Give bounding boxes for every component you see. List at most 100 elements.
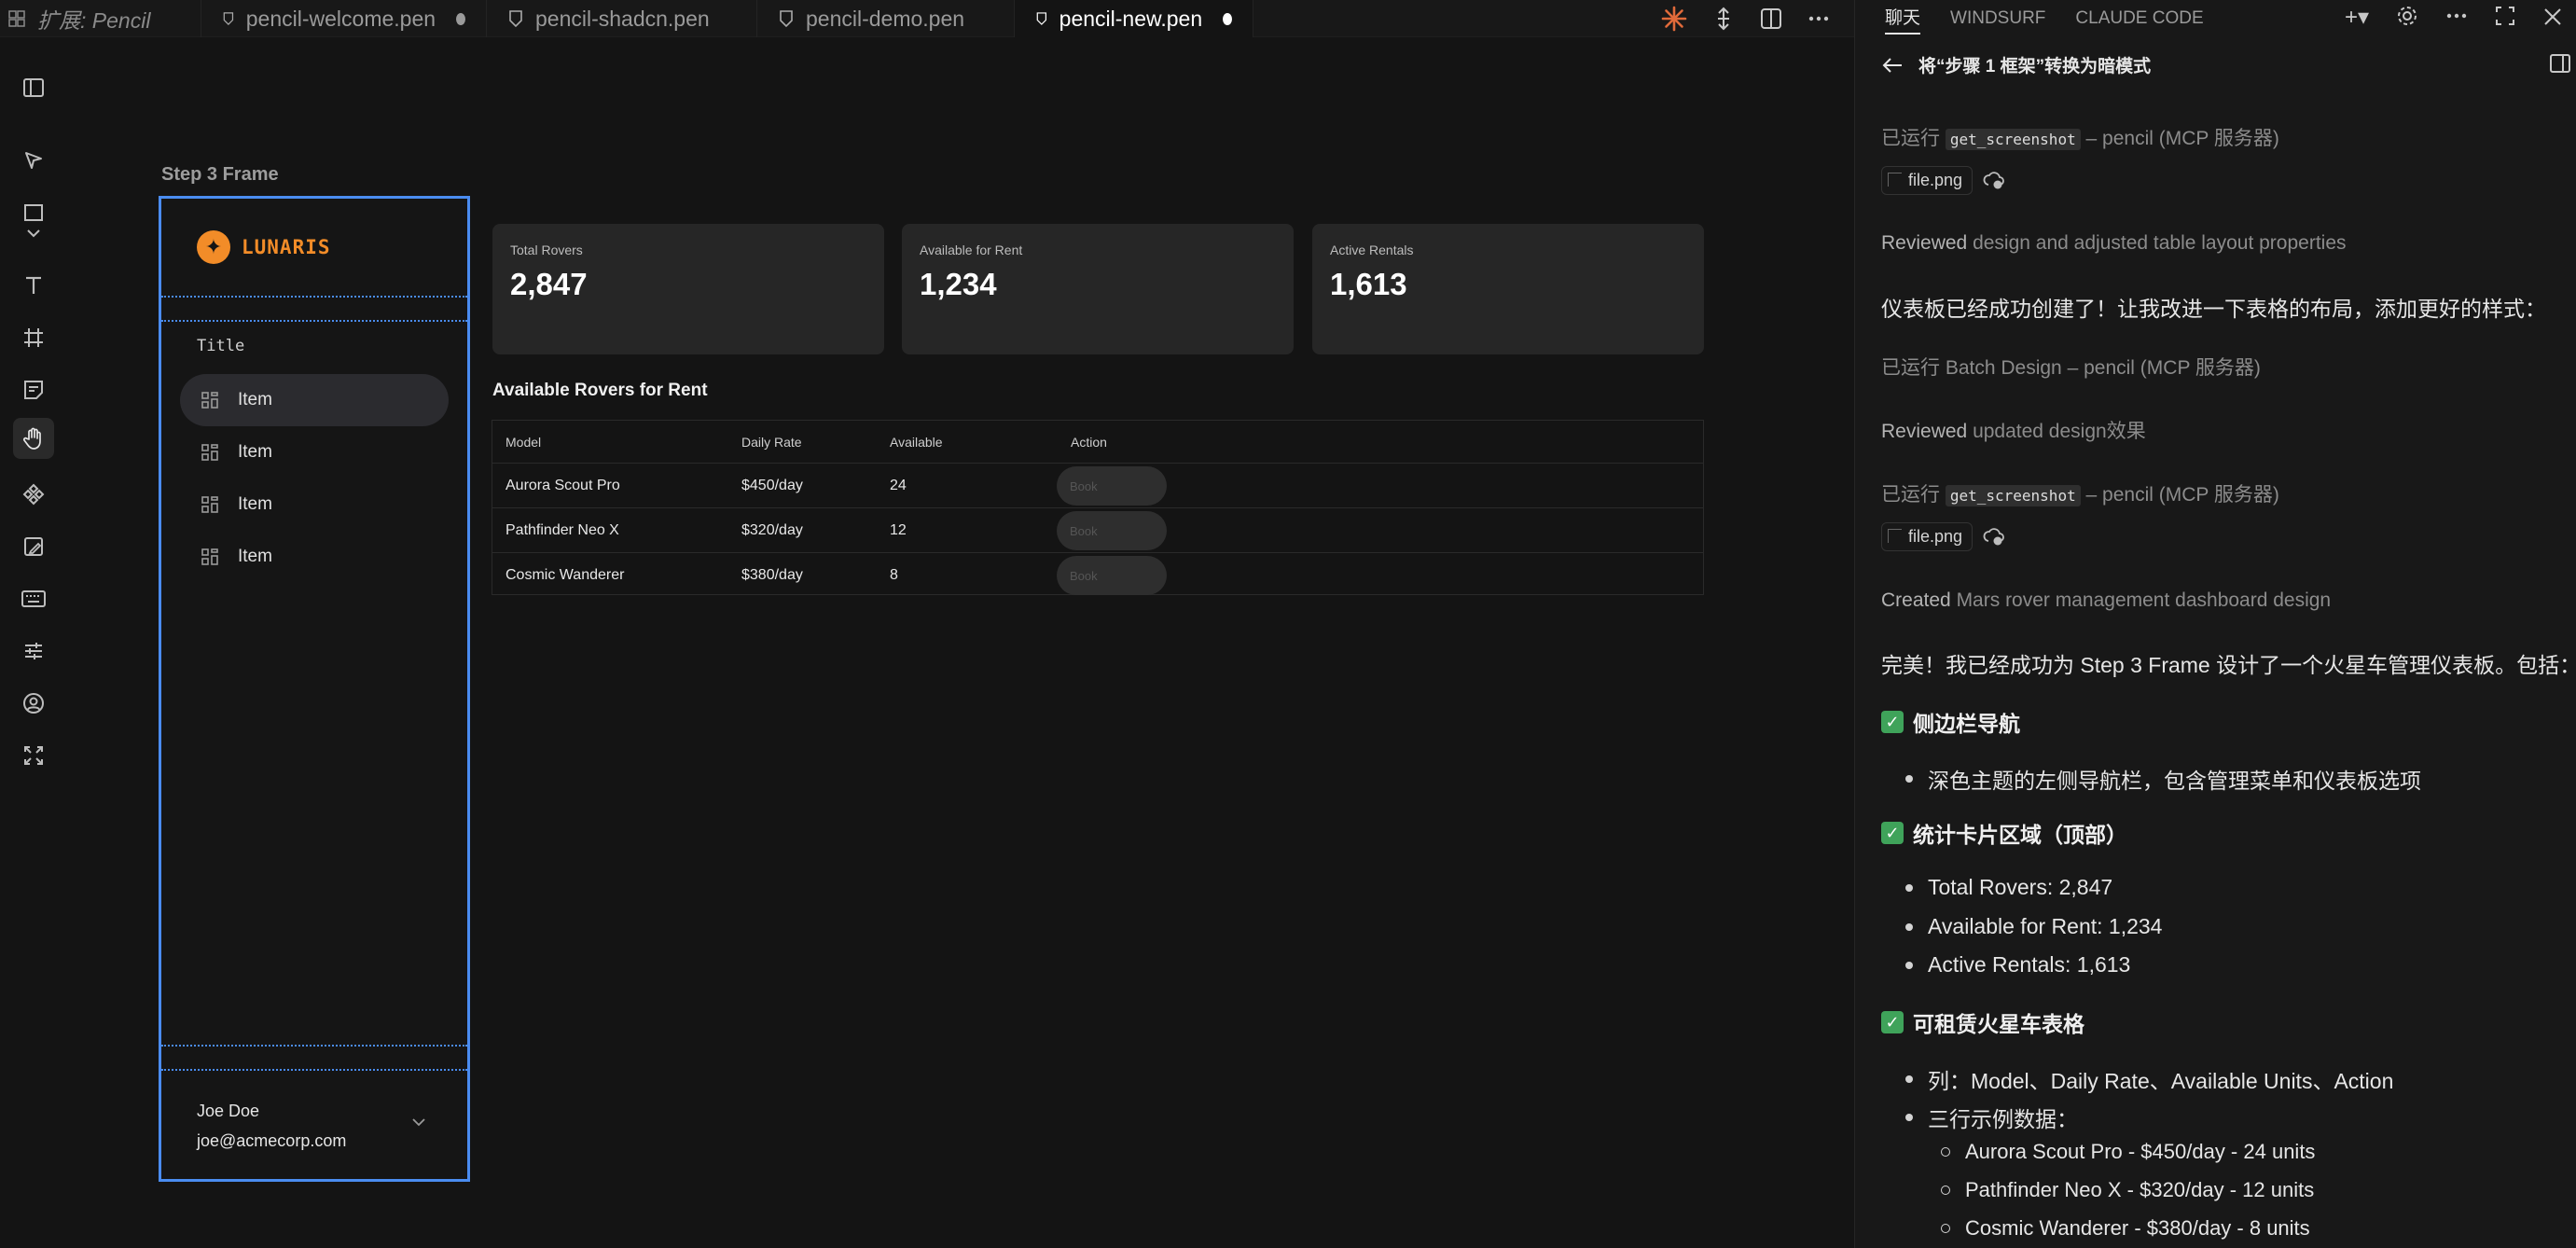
- stat-label: Active Rentals: [1330, 243, 1414, 257]
- status-text: updated design效果: [1973, 421, 2146, 442]
- tab-label: pencil-demo.pen: [806, 6, 965, 31]
- file-icon: [780, 10, 793, 28]
- account-icon[interactable]: [19, 688, 48, 718]
- tab-pencil-shadcn[interactable]: pencil-shadcn.pen: [487, 0, 757, 37]
- table-row[interactable]: Aurora Scout Pro $450/day 24 Book: [492, 464, 1703, 508]
- chevron-down-icon[interactable]: [411, 1117, 426, 1127]
- divider: [161, 296, 467, 298]
- split-editor-icon[interactable]: [1759, 7, 1783, 31]
- sub-list-item: Aurora Scout Pro - $450/day - 24 units: [1941, 1140, 2315, 1164]
- section-heading: ✓ 统计卡片区域（顶部）: [1881, 817, 2127, 849]
- sub-list-item: Cosmic Wanderer - $380/day - 8 units: [1941, 1216, 2310, 1241]
- frame-label[interactable]: Step 3 Frame: [161, 164, 279, 186]
- cell-rate: $450/day: [741, 477, 803, 493]
- assistant-message: 仪表板已经成功创建了！让我改进一下表格的布局，添加更好的样式：: [1881, 297, 2546, 321]
- tab-windsurf[interactable]: WINDSURF: [1950, 8, 2045, 29]
- tab-pencil-new[interactable]: pencil-new.pen: [1015, 0, 1253, 37]
- book-button[interactable]: Book: [1057, 556, 1167, 595]
- claude-spark-icon[interactable]: [1660, 5, 1688, 33]
- select-tool-icon[interactable]: [19, 146, 48, 175]
- gear-icon[interactable]: [2395, 4, 2419, 28]
- frame-tool-icon[interactable]: [19, 323, 48, 353]
- list-item-text: 列：Model、Daily Rate、Available Units、Actio…: [1928, 1069, 2394, 1093]
- adjustments-icon[interactable]: [19, 636, 48, 666]
- stat-value: 1,613: [1330, 267, 1407, 301]
- dashboard-grid-icon: [201, 548, 218, 565]
- sidebar-item-1[interactable]: Item: [180, 374, 449, 426]
- new-chat-icon[interactable]: +▾: [2345, 4, 2369, 31]
- keyboard-icon[interactable]: [19, 584, 48, 614]
- toggle-sidebar-icon[interactable]: [2549, 52, 2571, 75]
- table-row[interactable]: Cosmic Wanderer $380/day 8 Book: [492, 553, 1703, 598]
- sidebar-item-label: Item: [238, 547, 272, 566]
- cell-model: Aurora Scout Pro: [506, 477, 620, 493]
- list-item: 三行示例数据：: [1905, 1102, 2078, 1133]
- extensions-icon: [8, 10, 25, 27]
- unsaved-dot-icon[interactable]: [1223, 12, 1232, 25]
- book-button[interactable]: Book: [1057, 466, 1167, 506]
- rovers-table[interactable]: Model Daily Rate Available Action Aurora…: [492, 420, 1704, 595]
- section-heading: ✓ 侧边栏导航: [1881, 706, 2020, 738]
- list-item-text: Total Rovers: 2,847: [1928, 875, 2113, 899]
- status-created: Created Mars rover management dashboard …: [1881, 589, 2331, 612]
- file-attachment[interactable]: file.png: [1881, 164, 2006, 196]
- stat-label: Total Rovers: [510, 243, 583, 257]
- more-icon[interactable]: [1807, 15, 1830, 22]
- tool-name: get_screenshot: [1945, 129, 2081, 150]
- list-item-text: 三行示例数据：: [1928, 1107, 2078, 1131]
- tool-run-prefix: 已运行: [1881, 484, 1940, 506]
- close-icon[interactable]: [2542, 4, 2563, 28]
- cell-rate: $320/day: [741, 521, 803, 538]
- download-cloud-icon[interactable]: [1982, 524, 2006, 548]
- sidebar-item-2[interactable]: Item: [180, 426, 449, 478]
- tab-pencil-demo[interactable]: pencil-demo.pen: [757, 0, 1015, 37]
- text-tool-icon[interactable]: [19, 270, 48, 300]
- column-header: Action: [1071, 434, 1107, 450]
- selected-sidebar-frame[interactable]: ✦ LUNARIS Title Item Item Item Item Joe …: [159, 196, 470, 1182]
- status-reviewed: Reviewed design and adjusted table layou…: [1881, 232, 2347, 255]
- chevron-down-icon[interactable]: [19, 224, 48, 243]
- split-vertical-icon[interactable]: [1712, 6, 1735, 32]
- back-arrow-icon[interactable]: [1881, 56, 1904, 75]
- download-cloud-icon[interactable]: [1982, 168, 2006, 192]
- cell-available: 24: [890, 477, 907, 493]
- more-icon[interactable]: [2445, 4, 2468, 28]
- list-item-text: Aurora Scout Pro - $450/day - 24 units: [1965, 1140, 2316, 1163]
- editor-actions: [1660, 0, 1854, 36]
- stat-card-total-rovers[interactable]: Total Rovers 2,847: [492, 224, 884, 354]
- tab-extension-pencil[interactable]: 扩展: Pencil: [0, 0, 201, 37]
- image-edit-tool-icon[interactable]: [19, 532, 48, 562]
- stat-card-active-rentals[interactable]: Active Rentals 1,613: [1312, 224, 1704, 354]
- book-button[interactable]: Book: [1057, 511, 1167, 550]
- file-attachment[interactable]: file.png: [1881, 520, 2006, 552]
- maximize-icon[interactable]: [2494, 4, 2516, 28]
- dashboard-grid-icon: [201, 444, 218, 461]
- status-verb: Reviewed: [1881, 421, 1968, 442]
- table-row[interactable]: Pathfinder Neo X $320/day 12 Book: [492, 508, 1703, 553]
- status-reviewed: Reviewed updated design效果: [1881, 416, 2146, 444]
- sidebar-item-label: Item: [238, 494, 272, 514]
- file-icon: [1036, 12, 1047, 25]
- dashboard-grid-icon: [201, 392, 218, 409]
- toggle-layers-icon[interactable]: [19, 73, 48, 103]
- assistant-message: 完美！我已经成功为 Step 3 Frame 设计了一个火星车管理仪表板。包括：: [1881, 653, 2576, 677]
- dashboard-grid-icon: [201, 496, 218, 513]
- sidebar-item-4[interactable]: Item: [180, 531, 449, 583]
- tab-claude-code[interactable]: CLAUDE CODE: [2075, 8, 2203, 29]
- sidebar-item-3[interactable]: Item: [180, 478, 449, 531]
- fit-to-screen-icon[interactable]: [19, 741, 48, 770]
- tool-run-message: 已运行 get_screenshot – pencil (MCP 服务器): [1881, 479, 2279, 507]
- stat-label: Available for Rent: [920, 243, 1023, 257]
- stat-value: 1,234: [920, 267, 997, 301]
- tab-pencil-welcome[interactable]: pencil-welcome.pen: [201, 0, 487, 37]
- hand-tool-icon[interactable]: [13, 418, 54, 459]
- file-name[interactable]: file.png: [1881, 165, 1974, 195]
- sub-list-item: Pathfinder Neo X - $320/day - 12 units: [1941, 1178, 2314, 1202]
- divider: [161, 1069, 467, 1071]
- component-tool-icon[interactable]: [19, 479, 48, 509]
- file-name[interactable]: file.png: [1881, 521, 1974, 551]
- tab-chat[interactable]: 聊天: [1885, 4, 1921, 35]
- sticky-note-tool-icon[interactable]: [19, 375, 48, 405]
- unsaved-dot-icon[interactable]: [456, 12, 465, 25]
- stat-card-available[interactable]: Available for Rent 1,234: [902, 224, 1294, 354]
